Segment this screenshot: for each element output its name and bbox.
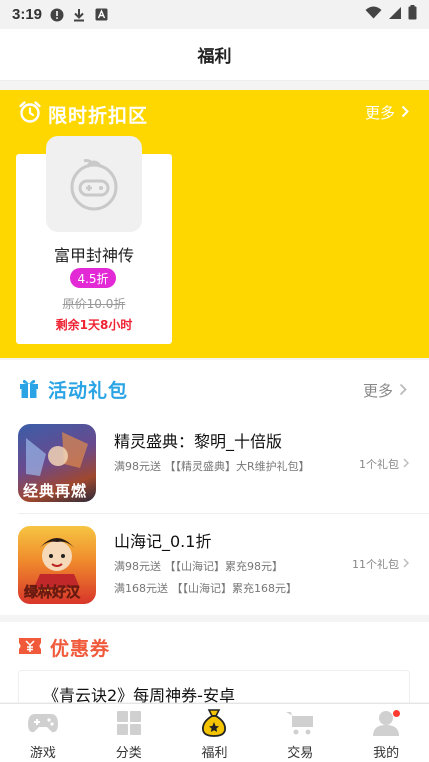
gift-list-item[interactable]: 绿林好汉 山海记_0.1折 满98元送 【【山海记】累充98元】 满168元送 …	[0, 524, 429, 612]
chevron-right-icon	[403, 558, 409, 571]
coupon-section-header: 优惠券	[18, 634, 110, 661]
discount-section-header: 限时折扣区	[18, 100, 148, 128]
gift-more-link[interactable]: 更多	[363, 380, 407, 401]
gift-count-label: 11个礼包	[352, 558, 399, 571]
gift-count: 1个礼包	[359, 456, 409, 472]
status-time: 3:19	[12, 6, 43, 23]
chevron-right-icon	[403, 458, 409, 471]
game-icon-caption: 经典再燃	[23, 482, 88, 500]
gift-section: 活动礼包 更多 经典再燃 精灵盛典：黎明_十倍版 满98元送 【【精灵盛典】大R…	[0, 360, 429, 615]
page-title: 福利	[197, 47, 232, 67]
nav-label: 分类	[115, 746, 142, 761]
more-label: 更多	[364, 104, 395, 122]
discount-more-link[interactable]: 更多	[365, 102, 409, 123]
discount-section: 限时折扣区 更多 富甲封神传 4.5折 原价10.0折 剩余1天8小时	[0, 90, 429, 358]
gift-section-title: 活动礼包	[48, 380, 129, 402]
game-icon-shanhaiji: 绿林好汉	[18, 526, 96, 604]
discount-badge: 4.5折	[70, 268, 116, 288]
coupon-card[interactable]: 《青云诀2》每周神券-安卓	[18, 670, 410, 705]
nav-label: 交易	[287, 746, 314, 761]
wifi-icon	[365, 6, 382, 23]
page-header: 福利	[0, 29, 429, 81]
app-notification-icon	[94, 8, 108, 22]
more-label: 更多	[362, 382, 393, 400]
signal-icon	[388, 6, 402, 24]
gift-count-label: 1个礼包	[359, 458, 399, 471]
download-icon	[72, 8, 86, 22]
grid-icon	[113, 708, 145, 738]
gift-list-item[interactable]: 经典再燃 精灵盛典：黎明_十倍版 满98元送 【【精灵盛典】大R维护礼包】 1个…	[0, 422, 429, 510]
game-placeholder-icon	[46, 136, 142, 232]
nav-item-trade[interactable]: 交易	[257, 704, 343, 762]
gift-description: 满98元送 【【精灵盛典】大R维护礼包】	[114, 460, 310, 473]
coupon-section-title: 优惠券	[50, 638, 111, 660]
chevron-right-icon	[401, 104, 409, 122]
nav-item-welfare[interactable]: 福利	[172, 704, 258, 762]
remaining-time: 剩余1天8小时	[55, 318, 133, 332]
gift-description: 满168元送 【【山海记】累充168元】	[114, 582, 297, 595]
divider	[18, 513, 429, 514]
nav-label: 福利	[201, 746, 228, 761]
gift-description: 满98元送 【【山海记】累充98元】	[114, 560, 283, 573]
gamepad-icon	[27, 708, 59, 738]
bottom-nav: 游戏 分类 福利 交易 我的	[0, 703, 429, 762]
nav-label: 游戏	[29, 746, 56, 761]
money-bag-icon	[198, 708, 230, 738]
gift-game-name: 精灵盛典：黎明_十倍版	[114, 432, 283, 451]
gift-icon	[18, 377, 40, 403]
nav-item-games[interactable]: 游戏	[0, 704, 86, 762]
discount-game-name: 富甲封神传	[53, 246, 134, 265]
discount-section-title: 限时折扣区	[48, 104, 149, 127]
discount-game-card[interactable]: 富甲封神传 4.5折 原价10.0折 剩余1天8小时	[16, 136, 172, 344]
original-price: 原价10.0折	[62, 297, 126, 311]
alarm-clock-icon	[18, 100, 42, 128]
game-icon-caption: 绿林好汉	[24, 585, 81, 602]
battery-icon	[408, 5, 417, 24]
cart-icon	[284, 708, 316, 738]
coupon-icon	[18, 636, 42, 660]
gift-count: 11个礼包	[352, 556, 409, 572]
nav-item-profile[interactable]: 我的	[343, 704, 429, 762]
alert-icon	[50, 8, 64, 22]
chevron-right-icon	[399, 382, 407, 400]
coupon-section: 优惠券 《青云诀2》每周神券-安卓	[0, 622, 429, 705]
nav-label: 我的	[373, 746, 400, 761]
gift-game-name: 山海记_0.1折	[114, 532, 212, 551]
status-bar: 3:19	[0, 0, 429, 29]
nav-item-categories[interactable]: 分类	[86, 704, 172, 762]
gift-section-header: 活动礼包	[18, 376, 128, 403]
game-icon-jingling: 经典再燃	[18, 424, 96, 502]
